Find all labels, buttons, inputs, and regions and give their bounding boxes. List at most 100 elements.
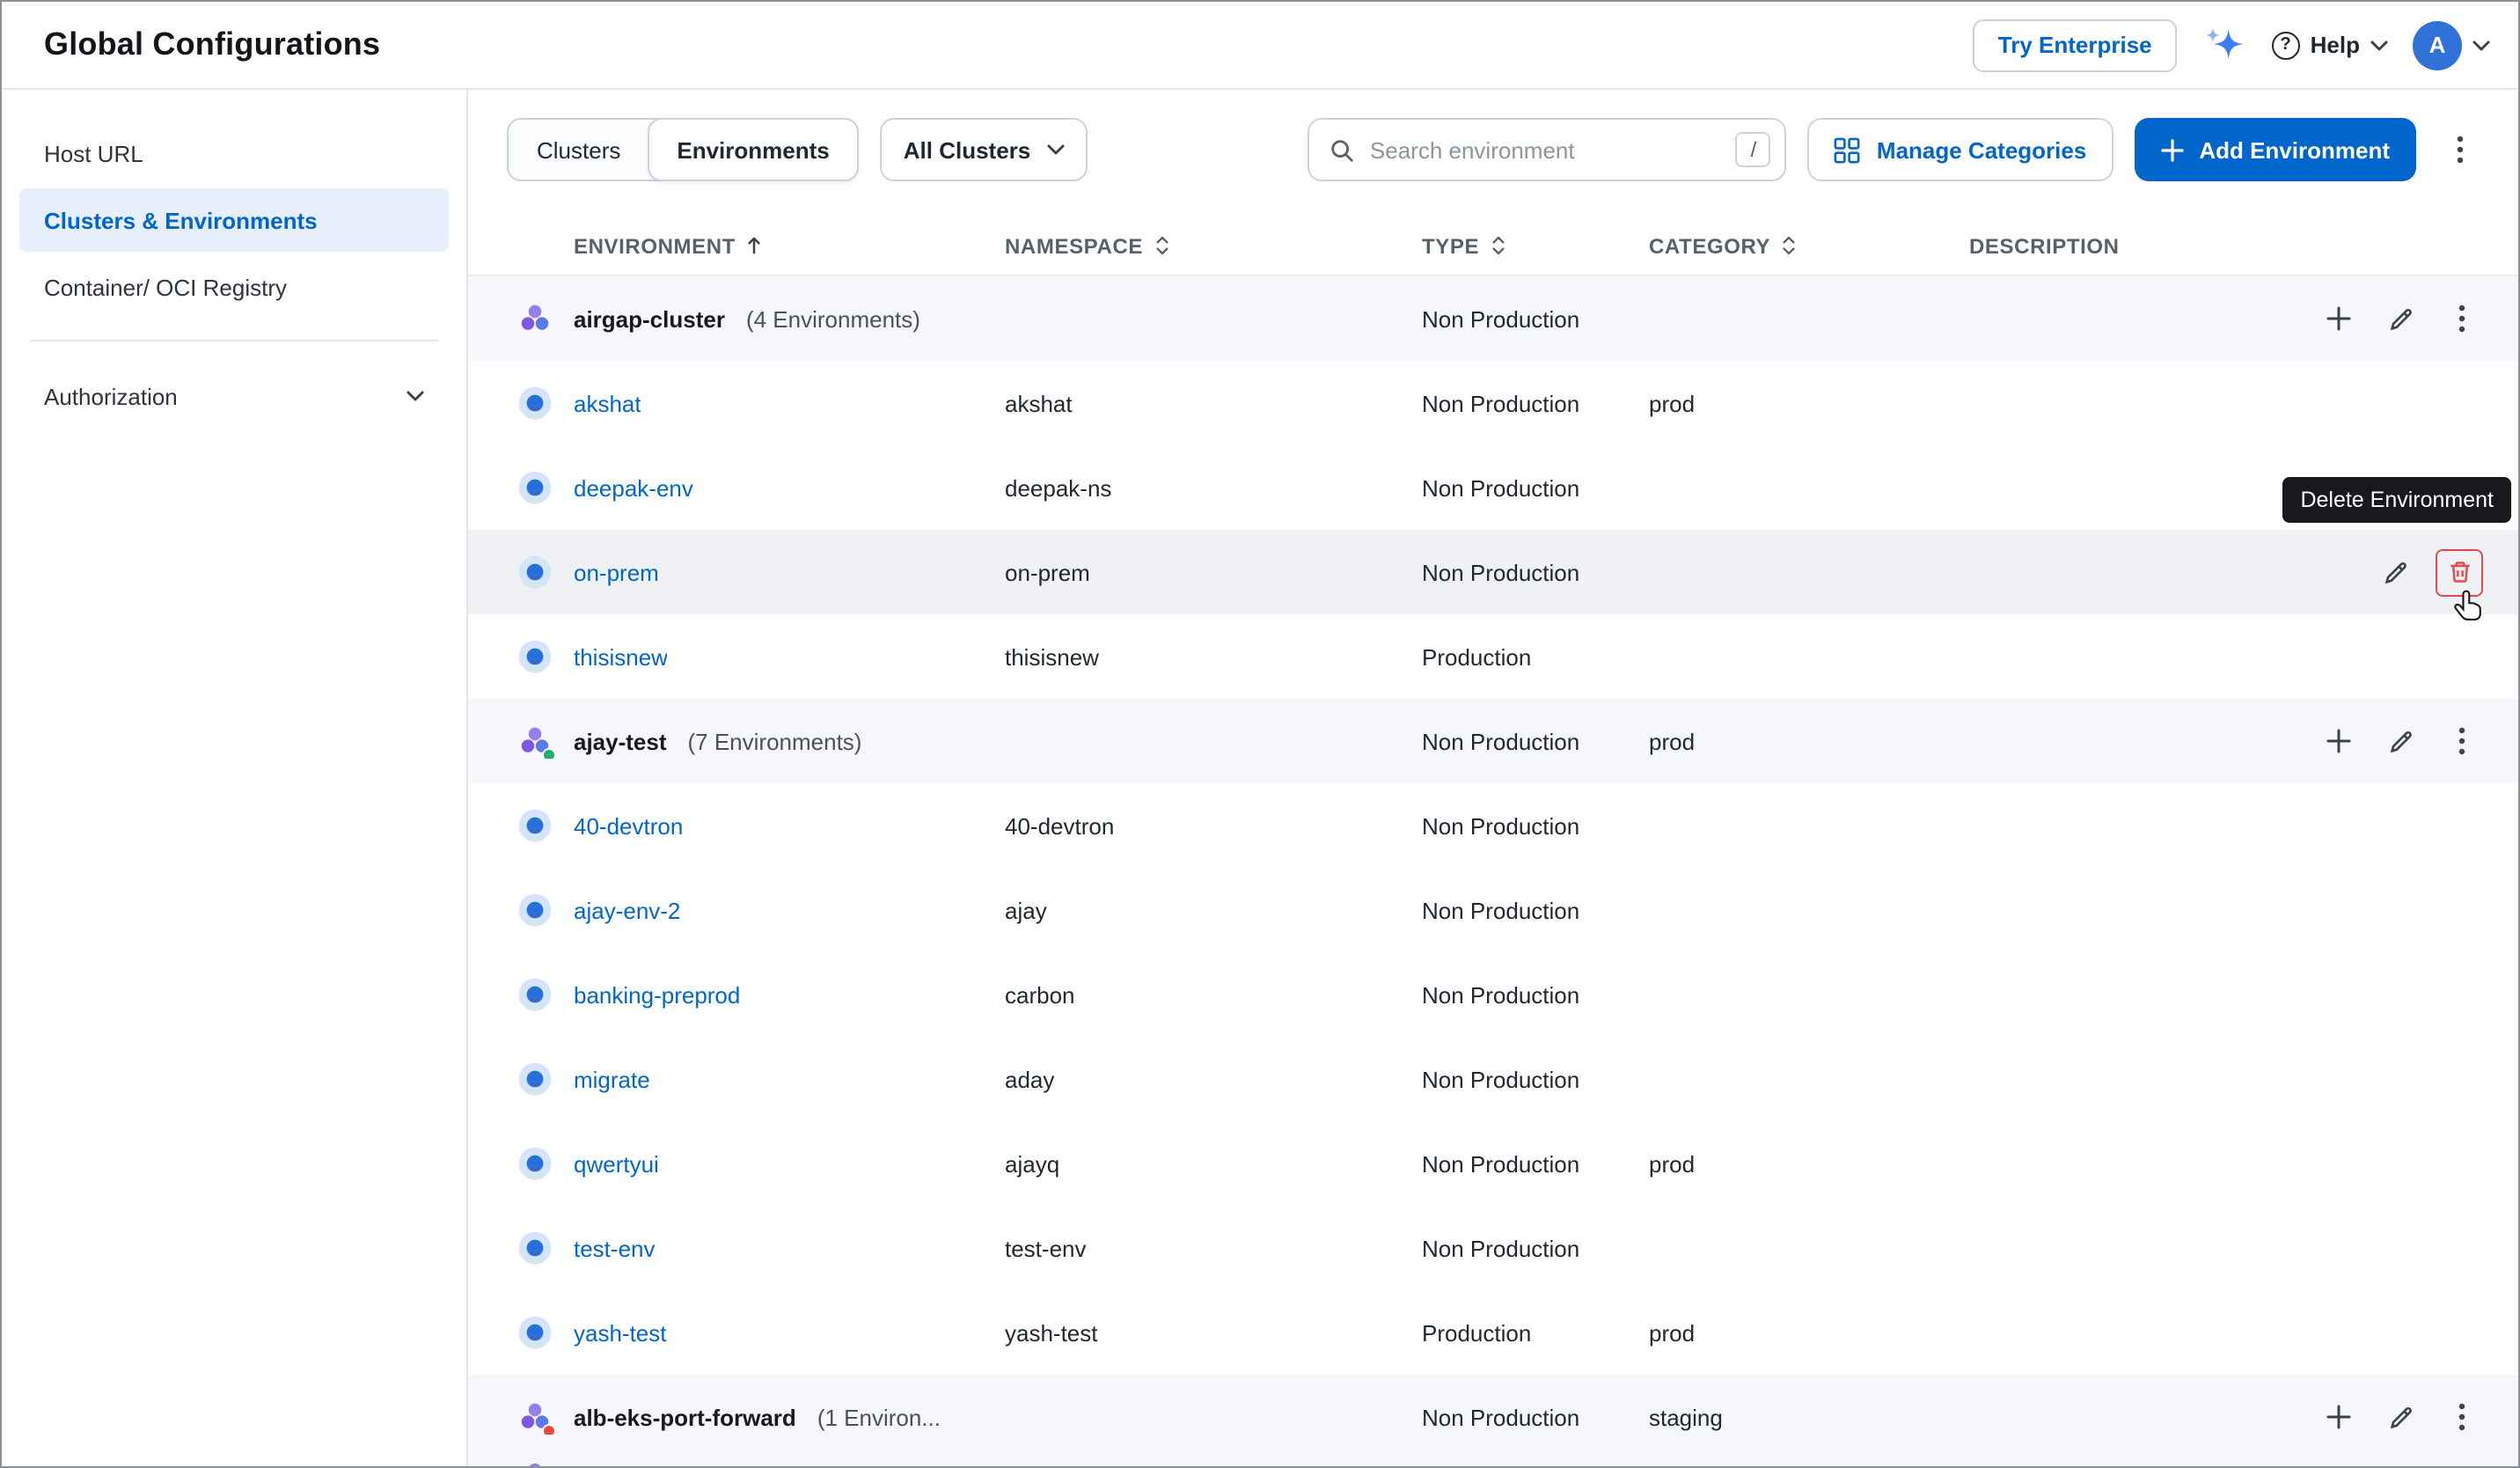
type-cell: Non Production (1422, 390, 1649, 416)
category-cell: prod (1649, 1319, 1969, 1346)
table-row[interactable]: airgap-cluster (4 Environments) Non Prod… (468, 276, 2518, 361)
namespace-cell: test-env (1005, 1235, 1422, 1261)
environment-link[interactable]: 40-devtron (574, 812, 683, 839)
namespace-cell: akshat (1005, 390, 1422, 416)
namespace-cell: 40-devtron (1005, 812, 1422, 839)
table-row[interactable]: migrate aday Non Production (468, 1037, 2518, 1121)
edit-button[interactable] (2379, 720, 2421, 762)
tab-clusters[interactable]: Clusters (509, 120, 648, 180)
tab-environments[interactable]: Environments (647, 118, 859, 181)
type-cell: Production (1422, 643, 1649, 670)
edit-button[interactable] (2379, 297, 2421, 340)
environment-link[interactable]: akshat (574, 390, 641, 416)
row-more-options-button[interactable] (2441, 720, 2483, 762)
authorization-label: Authorization (44, 383, 178, 409)
cluster-icon (517, 1459, 553, 1468)
environment-icon (517, 554, 553, 590)
column-environment[interactable]: ENVIRONMENT (517, 233, 1005, 258)
app-window: Global Configurations Try Enterprise ? H… (0, 0, 2520, 1468)
table-row[interactable]: akshat akshat Non Production prod (468, 361, 2518, 445)
environment-link[interactable]: ajay-test (574, 728, 667, 754)
edit-button[interactable] (2379, 1396, 2421, 1438)
namespace-cell: carbon (1005, 981, 1422, 1008)
sidebar-item-container-oci-registry[interactable]: Container/ OCI Registry (19, 255, 449, 319)
search-input[interactable] (1370, 136, 1722, 163)
sidebar-item-clusters-environments[interactable]: Clusters & Environments (19, 188, 449, 252)
sidebar-section-authorization[interactable]: Authorization (19, 363, 449, 429)
account-menu[interactable]: A (2413, 20, 2490, 70)
top-bar: Global Configurations Try Enterprise ? H… (2, 2, 2518, 90)
chevron-down-icon (407, 391, 424, 401)
edit-button[interactable] (2374, 551, 2416, 593)
environment-cell: thisisnew (517, 639, 1005, 674)
environment-icon (517, 639, 553, 674)
table-row[interactable] (468, 1459, 2518, 1468)
environment-link[interactable]: banking-preprod (574, 981, 740, 1008)
sidebar-item-host-url[interactable]: Host URL (19, 121, 449, 185)
environment-icon (517, 1315, 553, 1350)
add-environment-button[interactable]: Add Environment (2134, 118, 2416, 181)
toolbar-more-options-button[interactable] (2437, 118, 2483, 181)
sidebar: Host URL Clusters & Environments Contain… (2, 90, 468, 1468)
category-cell: prod (1649, 728, 1969, 754)
namespace-cell: thisisnew (1005, 643, 1422, 670)
row-more-options-button[interactable] (2441, 297, 2483, 340)
manage-categories-button[interactable]: Manage Categories (1808, 118, 2113, 181)
page-title: Global Configurations (44, 26, 380, 63)
environment-link[interactable]: ajay-env-2 (574, 897, 680, 923)
sort-ascending-icon (746, 236, 762, 255)
table-row[interactable]: test-env test-env Non Production (468, 1206, 2518, 1290)
environment-icon (517, 1146, 553, 1181)
environment-icon (517, 808, 553, 843)
category-cell: prod (1649, 1150, 1969, 1177)
table-row[interactable]: on-prem on-prem Non Production (468, 530, 2518, 614)
chevron-down-icon (1046, 144, 1064, 155)
try-enterprise-button[interactable]: Try Enterprise (1974, 18, 2177, 71)
table-row[interactable]: thisisnew thisisnew Production (468, 614, 2518, 699)
environment-cell: migrate (517, 1061, 1005, 1097)
type-cell: Non Production (1422, 981, 1649, 1008)
environment-link[interactable]: test-env (574, 1235, 656, 1261)
add-environment-to-cluster-button[interactable] (2318, 297, 2360, 340)
table-row[interactable]: yash-test yash-test Production prod (468, 1290, 2518, 1375)
help-icon: ? (2272, 31, 2300, 59)
delete-environment-button[interactable] (2436, 548, 2483, 596)
chevron-down-icon (2370, 40, 2388, 50)
add-environment-to-cluster-button[interactable] (2318, 720, 2360, 762)
environment-link[interactable]: airgap-cluster (574, 305, 725, 332)
column-type[interactable]: TYPE (1422, 233, 1649, 258)
main-content: Clusters Environments All Clusters / (468, 90, 2518, 1468)
table-row[interactable]: 40-devtron 40-devtron Non Production (468, 783, 2518, 868)
environment-cell: deepak-env (517, 470, 1005, 505)
environment-link[interactable]: on-prem (574, 559, 659, 585)
environment-link[interactable]: alb-eks-port-forward (574, 1404, 796, 1430)
type-cell: Non Production (1422, 474, 1649, 501)
environment-cell: qwertyui (517, 1146, 1005, 1181)
environment-link[interactable]: qwertyui (574, 1150, 659, 1177)
help-menu[interactable]: ? Help (2272, 31, 2388, 59)
environment-count-label: (7 Environments) (688, 728, 862, 754)
sparkle-ai-icon[interactable] (2201, 22, 2247, 68)
table-row[interactable]: alb-eks-port-forward (1 Environ... Non P… (468, 1375, 2518, 1459)
environment-icon (517, 385, 553, 421)
environment-link[interactable]: yash-test (574, 1319, 667, 1346)
environment-link[interactable]: thisisnew (574, 643, 668, 670)
type-cell: Production (1422, 1319, 1649, 1346)
table-row[interactable]: banking-preprod carbon Non Production (468, 952, 2518, 1037)
table-row[interactable]: qwertyui ajayq Non Production prod (468, 1121, 2518, 1206)
table-row[interactable]: ajay-env-2 ajay Non Production (468, 868, 2518, 952)
type-cell: Non Production (1422, 1066, 1649, 1092)
avatar: A (2413, 20, 2462, 70)
environment-link[interactable]: migrate (574, 1066, 650, 1092)
row-more-options-button[interactable] (2441, 1396, 2483, 1438)
column-namespace[interactable]: NAMESPACE (1005, 233, 1422, 258)
table-row[interactable]: deepak-env deepak-ns Non Production (468, 445, 2518, 530)
sort-both-icon (1490, 234, 1505, 257)
environment-link[interactable]: deepak-env (574, 474, 693, 501)
add-environment-to-cluster-button[interactable] (2318, 1396, 2360, 1438)
column-category[interactable]: CATEGORY (1649, 233, 1969, 258)
table-row[interactable]: ajay-test (7 Environments) Non Productio… (468, 699, 2518, 783)
environment-icon (517, 892, 553, 928)
namespace-cell: deepak-ns (1005, 474, 1422, 501)
cluster-filter-dropdown[interactable]: All Clusters (881, 118, 1088, 181)
